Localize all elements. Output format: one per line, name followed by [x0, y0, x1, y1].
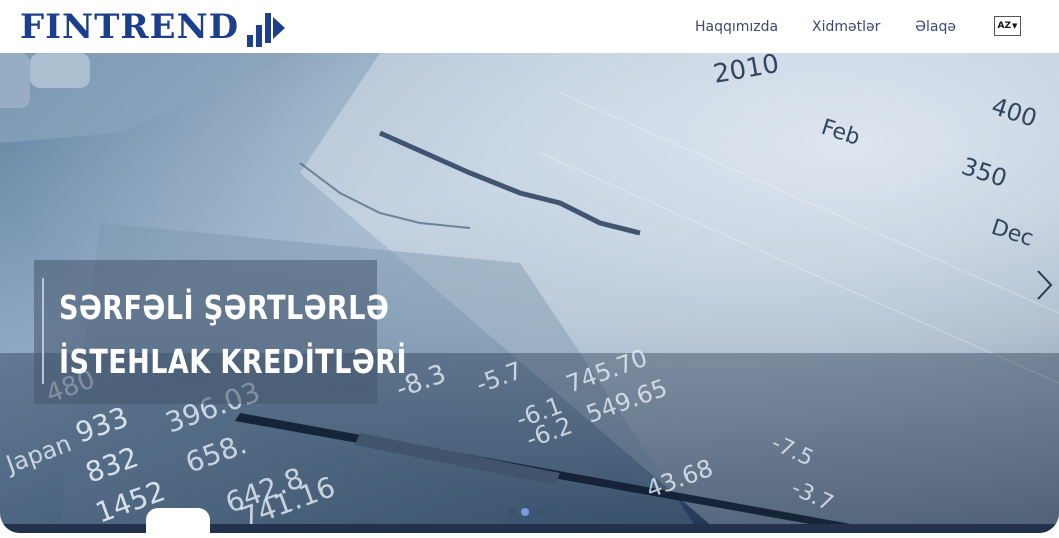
hero-caption: SƏRFƏLİ ŞƏRTLƏRLƏ İSTEHLAK KREDİTLƏRİ	[34, 260, 407, 404]
brand-name: FINTREND	[20, 7, 240, 47]
hero-slider: 2010Feb350400Dec9338321452480396.03658.6…	[0, 53, 1059, 533]
nav-item-services[interactable]: Xidmətlər	[812, 19, 880, 35]
caret-down-icon: ▼	[1012, 22, 1018, 30]
language-label: AZ	[997, 21, 1012, 31]
nav-item-contact[interactable]: Əlaqə	[915, 19, 956, 35]
brand-logo[interactable]: FINTREND	[20, 4, 287, 50]
carousel-indicators	[508, 508, 542, 516]
nav-item-about[interactable]: Haqqımızda	[695, 19, 778, 35]
carousel-dot-1[interactable]	[508, 508, 516, 516]
floating-tab	[146, 508, 210, 538]
header: FINTREND Haqqımızda Xidmətlər Əlaqə AZ ▼	[0, 0, 1059, 53]
carousel-dot-2[interactable]	[521, 508, 529, 516]
language-select[interactable]: AZ ▼	[994, 16, 1021, 36]
caption-accent-bar	[42, 278, 44, 384]
carousel-dot-3[interactable]	[534, 508, 542, 516]
chevron-right-icon[interactable]	[1035, 267, 1055, 303]
caption-line-2: İSTEHLAK KREDİTLƏRİ	[59, 342, 407, 381]
caption-line-1: SƏRFƏLİ ŞƏRTLƏRLƏ	[59, 288, 390, 327]
bar-chart-arrow-icon	[247, 13, 286, 47]
